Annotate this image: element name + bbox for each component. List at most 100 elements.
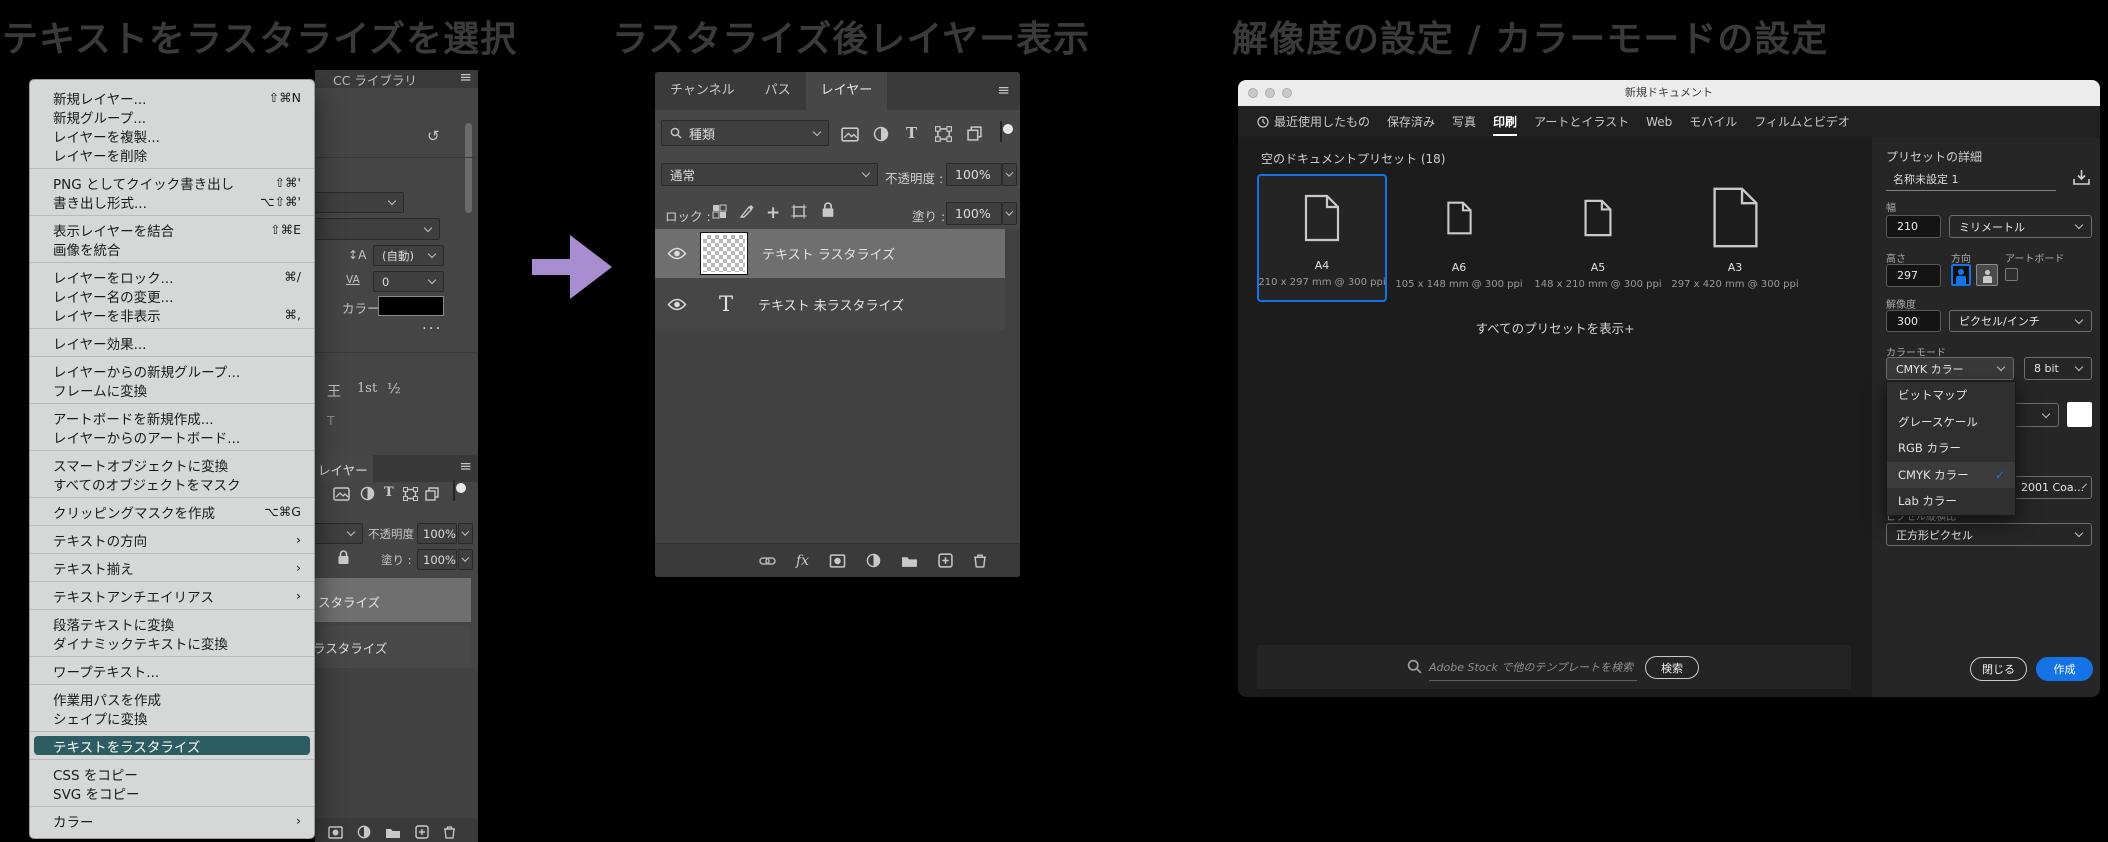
panel-tab[interactable]: チャンネル (655, 72, 750, 110)
fractions-icon[interactable]: ½ (387, 381, 401, 397)
dialog-tab[interactable]: 写真 (1452, 106, 1476, 138)
layer-thumbnail[interactable] (701, 233, 747, 274)
dropdown-option[interactable]: CMYK カラー ✓ (1887, 462, 2015, 489)
delete-layer-icon[interactable] (973, 553, 987, 568)
dialog-tab[interactable]: 印刷 (1493, 106, 1517, 138)
save-preset-icon[interactable] (2072, 169, 2091, 186)
window-controls[interactable] (1248, 88, 1292, 98)
opentype-feature-icon[interactable]: 王 (327, 381, 341, 401)
orientation-landscape-button[interactable] (1976, 264, 1998, 286)
font-style-dropdown[interactable] (315, 192, 404, 213)
menu-item[interactable]: レイヤーを非表示 ⌘, (30, 305, 314, 324)
dropdown-option[interactable]: RGB カラー (1887, 435, 2015, 462)
opacity-dropdown-button[interactable] (1002, 163, 1017, 186)
menu-item[interactable]: クリッピングマスクを作成 ⌥⌘G (30, 502, 314, 521)
lock-pixels-icon[interactable] (739, 203, 755, 219)
delete-layer-icon[interactable] (443, 825, 456, 839)
adjustment-layer-icon[interactable] (866, 553, 881, 568)
orientation-portrait-button[interactable] (1951, 264, 1971, 286)
menu-item[interactable]: フレームに変換 (30, 380, 314, 399)
menu-item[interactable]: レイヤーからのアートボード... (30, 427, 314, 446)
tracking-dropdown[interactable]: 0 (373, 271, 444, 292)
filter-image-icon[interactable] (841, 127, 859, 142)
menu-item[interactable]: レイヤー名の変更... (30, 286, 314, 305)
artboard-checkbox[interactable] (2005, 268, 2018, 281)
fill-value[interactable]: 100% (417, 549, 457, 570)
scrollbar[interactable] (465, 123, 472, 213)
lock-transparency-icon[interactable] (712, 204, 727, 219)
menu-item[interactable]: 新規グループ... (30, 107, 314, 126)
filter-toggle[interactable] (453, 480, 455, 501)
eye-icon[interactable] (667, 298, 687, 311)
menu-item[interactable]: スマートオブジェクトに変換 (30, 455, 314, 474)
dialog-tab[interactable]: Web (1646, 106, 1672, 138)
link-layers-icon[interactable] (759, 556, 776, 566)
dropdown-option[interactable]: グレースケール (1887, 409, 2015, 436)
layer-row-type[interactable]: T テキスト 未ラスタライズ (655, 278, 1005, 330)
menu-item[interactable]: テキストをラスタライズ (34, 736, 310, 755)
width-input[interactable]: 210 (1886, 215, 1941, 238)
filter-smart-object-icon[interactable] (967, 126, 982, 141)
new-layer-icon[interactable] (938, 553, 953, 568)
menu-item[interactable]: ダイナミックテキストに変換 (30, 633, 314, 652)
dropdown-option[interactable]: ビットマップ (1887, 382, 2015, 409)
opacity-dropdown-button[interactable] (458, 523, 473, 544)
close-window-icon[interactable] (1248, 88, 1258, 98)
menu-item[interactable]: レイヤーを削除 (30, 145, 314, 164)
layers-menu-icon[interactable]: ≡ (459, 457, 472, 475)
create-button[interactable]: 作成 (2036, 657, 2093, 681)
menu-item[interactable]: テキストアンチエイリアス › (30, 586, 314, 605)
adjustment-layer-icon[interactable] (357, 825, 371, 839)
filter-adjustment-icon[interactable] (360, 486, 375, 501)
preset-card-a4[interactable]: A4 210 x 297 mm @ 300 ppi (1257, 174, 1387, 302)
touch-type-icon[interactable]: T (327, 413, 335, 428)
color-mode-dropdown[interactable]: CMYK カラー (1886, 357, 2014, 380)
ordinals-icon[interactable]: 1st (357, 381, 377, 396)
menu-item[interactable]: シェイプに変換 (30, 708, 314, 727)
menu-item[interactable]: 画像を統合 (30, 239, 314, 258)
filter-type-icon[interactable]: T (906, 124, 917, 142)
layer-search-filter[interactable]: 種類 (661, 120, 829, 146)
panel-menu-icon[interactable]: ≡ (997, 81, 1010, 99)
leading-dropdown[interactable]: (自動) (373, 245, 444, 266)
opacity-value[interactable]: 100% (417, 523, 457, 544)
menu-item[interactable]: 作業用パスを作成 (30, 689, 314, 708)
menu-item[interactable]: テキスト揃え › (30, 558, 314, 577)
menu-item[interactable]: 段落テキストに変換 (30, 614, 314, 633)
new-group-icon[interactable] (385, 826, 401, 839)
fill-dropdown-button[interactable] (1002, 202, 1017, 225)
layer-style-icon[interactable]: fx (796, 553, 809, 569)
minimize-window-icon[interactable] (1265, 88, 1275, 98)
menu-item[interactable]: すべてのオブジェクトをマスク (30, 474, 314, 493)
dropdown-option[interactable]: Lab カラー (1887, 488, 2015, 515)
stock-search-input[interactable]: Adobe Stock で他のテンプレートを検索 (1429, 659, 1633, 675)
filter-shape-icon[interactable] (935, 126, 952, 142)
show-all-presets-link[interactable]: すべてのプリセットを表示+ (1238, 318, 1872, 337)
menu-item[interactable]: レイヤー効果... (30, 333, 314, 352)
menu-item[interactable]: 書き出し形式... ⌥⇧⌘' (30, 192, 314, 211)
menu-item[interactable]: レイヤーをロック... ⌘/ (30, 267, 314, 286)
preset-card-a6[interactable]: A6 105 x 148 mm @ 300 ppi (1394, 174, 1524, 302)
menu-item[interactable]: CSS をコピー (30, 764, 314, 783)
dialog-tab[interactable]: フィルムとビデオ (1754, 106, 1850, 138)
lock-all-icon[interactable] (821, 202, 835, 218)
add-mask-icon[interactable] (829, 554, 846, 568)
reset-icon[interactable]: ↺ (427, 127, 440, 145)
filter-image-icon[interactable] (333, 487, 350, 501)
menu-item[interactable]: レイヤーからの新規グループ... (30, 361, 314, 380)
more-options-icon[interactable]: ... (422, 315, 442, 333)
search-button[interactable]: 検索 (1645, 656, 1699, 679)
fill-dropdown-button[interactable] (458, 549, 473, 570)
filter-shape-icon[interactable] (403, 487, 418, 501)
new-layer-icon[interactable] (415, 825, 429, 839)
menu-item[interactable]: カラー › (30, 811, 314, 830)
preset-card-a3[interactable]: A3 297 x 420 mm @ 300 ppi (1670, 174, 1800, 302)
panel-menu-icon[interactable]: ≡ (459, 68, 472, 86)
canvas-color-swatch[interactable] (2067, 402, 2092, 427)
filter-adjustment-icon[interactable] (873, 126, 889, 142)
font-size-dropdown[interactable] (315, 218, 440, 240)
menu-item[interactable]: 新規レイヤー... ⇧⌘N (30, 88, 314, 107)
layer-row-rasterized[interactable]: テキスト ラスタライズ (655, 229, 1005, 278)
lock-all-icon[interactable] (337, 550, 350, 565)
dialog-tab[interactable]: モバイル (1689, 106, 1737, 138)
